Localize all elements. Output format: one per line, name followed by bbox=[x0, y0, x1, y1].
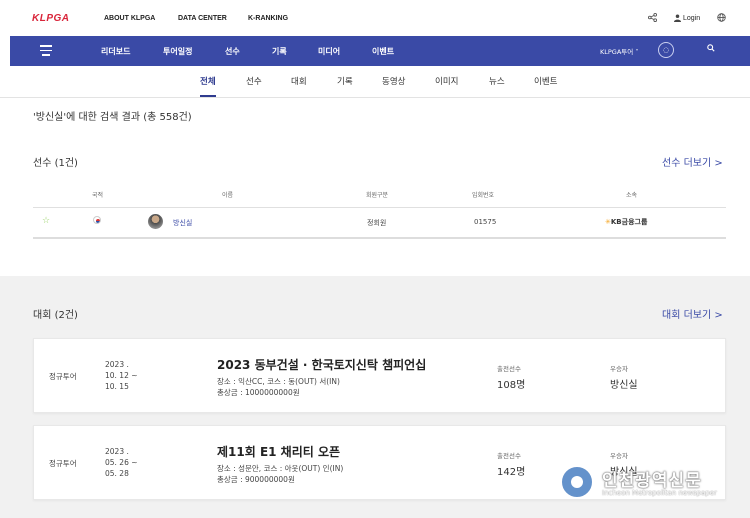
table-bottom-border bbox=[33, 237, 726, 239]
player-name[interactable]: 방신실 bbox=[173, 218, 192, 228]
nav-players[interactable]: 선수 bbox=[225, 46, 240, 57]
language-globe-icon[interactable]: ◌ bbox=[658, 42, 674, 58]
login-link[interactable]: Login bbox=[683, 15, 700, 22]
date-year: 2023 . bbox=[105, 360, 129, 369]
tab-videos[interactable]: 동영상 bbox=[382, 75, 405, 87]
tab-players[interactable]: 선수 bbox=[246, 75, 262, 87]
tournaments-section-title: 대회 (2건) bbox=[33, 310, 78, 321]
date-end: 10. 15 bbox=[105, 382, 129, 391]
tournament-dates: 2023 . 10. 12 ~ 10. 15 bbox=[105, 359, 138, 392]
nav-tour-schedule[interactable]: 투어일정 bbox=[163, 46, 192, 57]
search-icon[interactable] bbox=[707, 44, 715, 55]
tab-all[interactable]: 전체 bbox=[200, 75, 216, 87]
header-name: 이름 bbox=[222, 192, 234, 199]
nav-leaderboard[interactable]: 리더보드 bbox=[101, 46, 130, 57]
tournament-name[interactable]: 제11회 E1 채리티 오픈 bbox=[217, 443, 340, 460]
sponsor-logo: ✳KB금융그룹 bbox=[605, 218, 648, 226]
players-more-link[interactable]: 선수 더보기 > bbox=[662, 154, 723, 169]
watermark-subtitle: Incheon Metropolitan newspaper bbox=[602, 489, 717, 497]
search-result-summary: '방신실'에 대한 검색 결과 (총 558건) bbox=[33, 112, 192, 123]
about-klpga-link[interactable]: ABOUT KLPGA bbox=[104, 15, 155, 22]
table-divider bbox=[33, 207, 726, 208]
nav-records[interactable]: 기록 bbox=[272, 46, 287, 57]
date-start: 10. 12 ~ bbox=[105, 371, 138, 380]
data-center-link[interactable]: DATA CENTER bbox=[178, 15, 227, 22]
player-avatar bbox=[148, 214, 163, 229]
member-type: 정회원 bbox=[367, 219, 387, 227]
header-member-number: 입회번호 bbox=[472, 192, 495, 199]
tournament-prize: 총상금 : 900000000원 bbox=[217, 475, 295, 484]
tab-events[interactable]: 이벤트 bbox=[534, 75, 557, 87]
participants-count: 108명 bbox=[497, 380, 526, 391]
watermark-name: 인천광역신문 bbox=[602, 471, 702, 491]
tournament-dates: 2023 . 05. 26 ~ 05. 28 bbox=[105, 446, 138, 479]
tab-records[interactable]: 기록 bbox=[337, 75, 353, 87]
date-year: 2023 . bbox=[105, 447, 129, 456]
tour-type: 정규투어 bbox=[49, 459, 77, 468]
winner-name[interactable]: 방신실 bbox=[610, 376, 638, 391]
tournament-course: 장소 : 익산CC, 코스 : 동(OUT) 서(IN) bbox=[217, 377, 340, 386]
tournament-info: 장소 : 성문안, 코스 : 아웃(OUT) 인(IN) 총상금 : 90000… bbox=[217, 463, 343, 485]
tab-images[interactable]: 이미지 bbox=[435, 75, 458, 87]
top-bar: KLPGA ABOUT KLPGA DATA CENTER K-RANKING … bbox=[0, 0, 750, 36]
share-icon[interactable] bbox=[648, 13, 657, 25]
tournament-card[interactable]: 정규투어 2023 . 10. 12 ~ 10. 15 2023 동부건설 · … bbox=[33, 338, 726, 413]
klpga-logo[interactable]: KLPGA bbox=[32, 13, 70, 24]
tournament-info: 장소 : 익산CC, 코스 : 동(OUT) 서(IN) 총상금 : 10000… bbox=[217, 376, 340, 398]
participants-count: 142명 bbox=[497, 467, 526, 478]
players-section-title: 선수 (1건) bbox=[33, 158, 78, 169]
header-member-type: 회원구분 bbox=[366, 192, 389, 199]
tournament-course: 장소 : 성문안, 코스 : 아웃(OUT) 인(IN) bbox=[217, 464, 344, 473]
korea-flag-icon bbox=[93, 216, 101, 224]
tournaments-more-link[interactable]: 대회 더보기 > bbox=[662, 306, 723, 321]
active-tab-indicator bbox=[200, 95, 216, 97]
search-category-tabs: 전체 선수 대회 기록 동영상 이미지 뉴스 이벤트 bbox=[0, 66, 750, 98]
winner-label: 우승자 bbox=[610, 365, 628, 373]
tab-news[interactable]: 뉴스 bbox=[489, 75, 505, 87]
participants-label: 출전선수 bbox=[497, 365, 521, 373]
tournament-name[interactable]: 2023 동부건설 · 한국토지신탁 챔피언십 bbox=[217, 356, 426, 373]
newspaper-watermark: 인천광역신문 Incheon Metropolitan newspaper bbox=[560, 465, 750, 505]
user-icon bbox=[674, 14, 681, 25]
tournament-prize: 총상금 : 1000000000원 bbox=[217, 388, 300, 397]
member-number: 01575 bbox=[474, 218, 497, 226]
tour-selector[interactable]: KLPGA투어 ˅ bbox=[600, 46, 639, 56]
participants-label: 출전선수 bbox=[497, 452, 521, 460]
nav-events[interactable]: 이벤트 bbox=[372, 46, 394, 57]
newspaper-logo-icon bbox=[560, 465, 594, 499]
header-nationality: 국적 bbox=[92, 192, 104, 199]
tour-type: 정규투어 bbox=[49, 372, 77, 381]
main-nav: 리더보드 투어일정 선수 기록 미디어 이벤트 KLPGA투어 ˅ ◌ bbox=[10, 36, 750, 66]
date-end: 05. 28 bbox=[105, 469, 129, 478]
tab-tournaments[interactable]: 대회 bbox=[291, 75, 307, 87]
menu-icon[interactable] bbox=[40, 45, 52, 56]
header-affiliation: 소속 bbox=[626, 192, 638, 199]
k-ranking-link[interactable]: K-RANKING bbox=[248, 15, 288, 22]
globe-icon[interactable] bbox=[717, 13, 726, 25]
date-start: 05. 26 ~ bbox=[105, 458, 138, 467]
sponsor-name: KB금융그룹 bbox=[610, 218, 648, 226]
nav-media[interactable]: 미디어 bbox=[318, 46, 340, 57]
favorite-star-icon[interactable]: ☆ bbox=[42, 216, 50, 226]
winner-label: 우승자 bbox=[610, 452, 628, 460]
